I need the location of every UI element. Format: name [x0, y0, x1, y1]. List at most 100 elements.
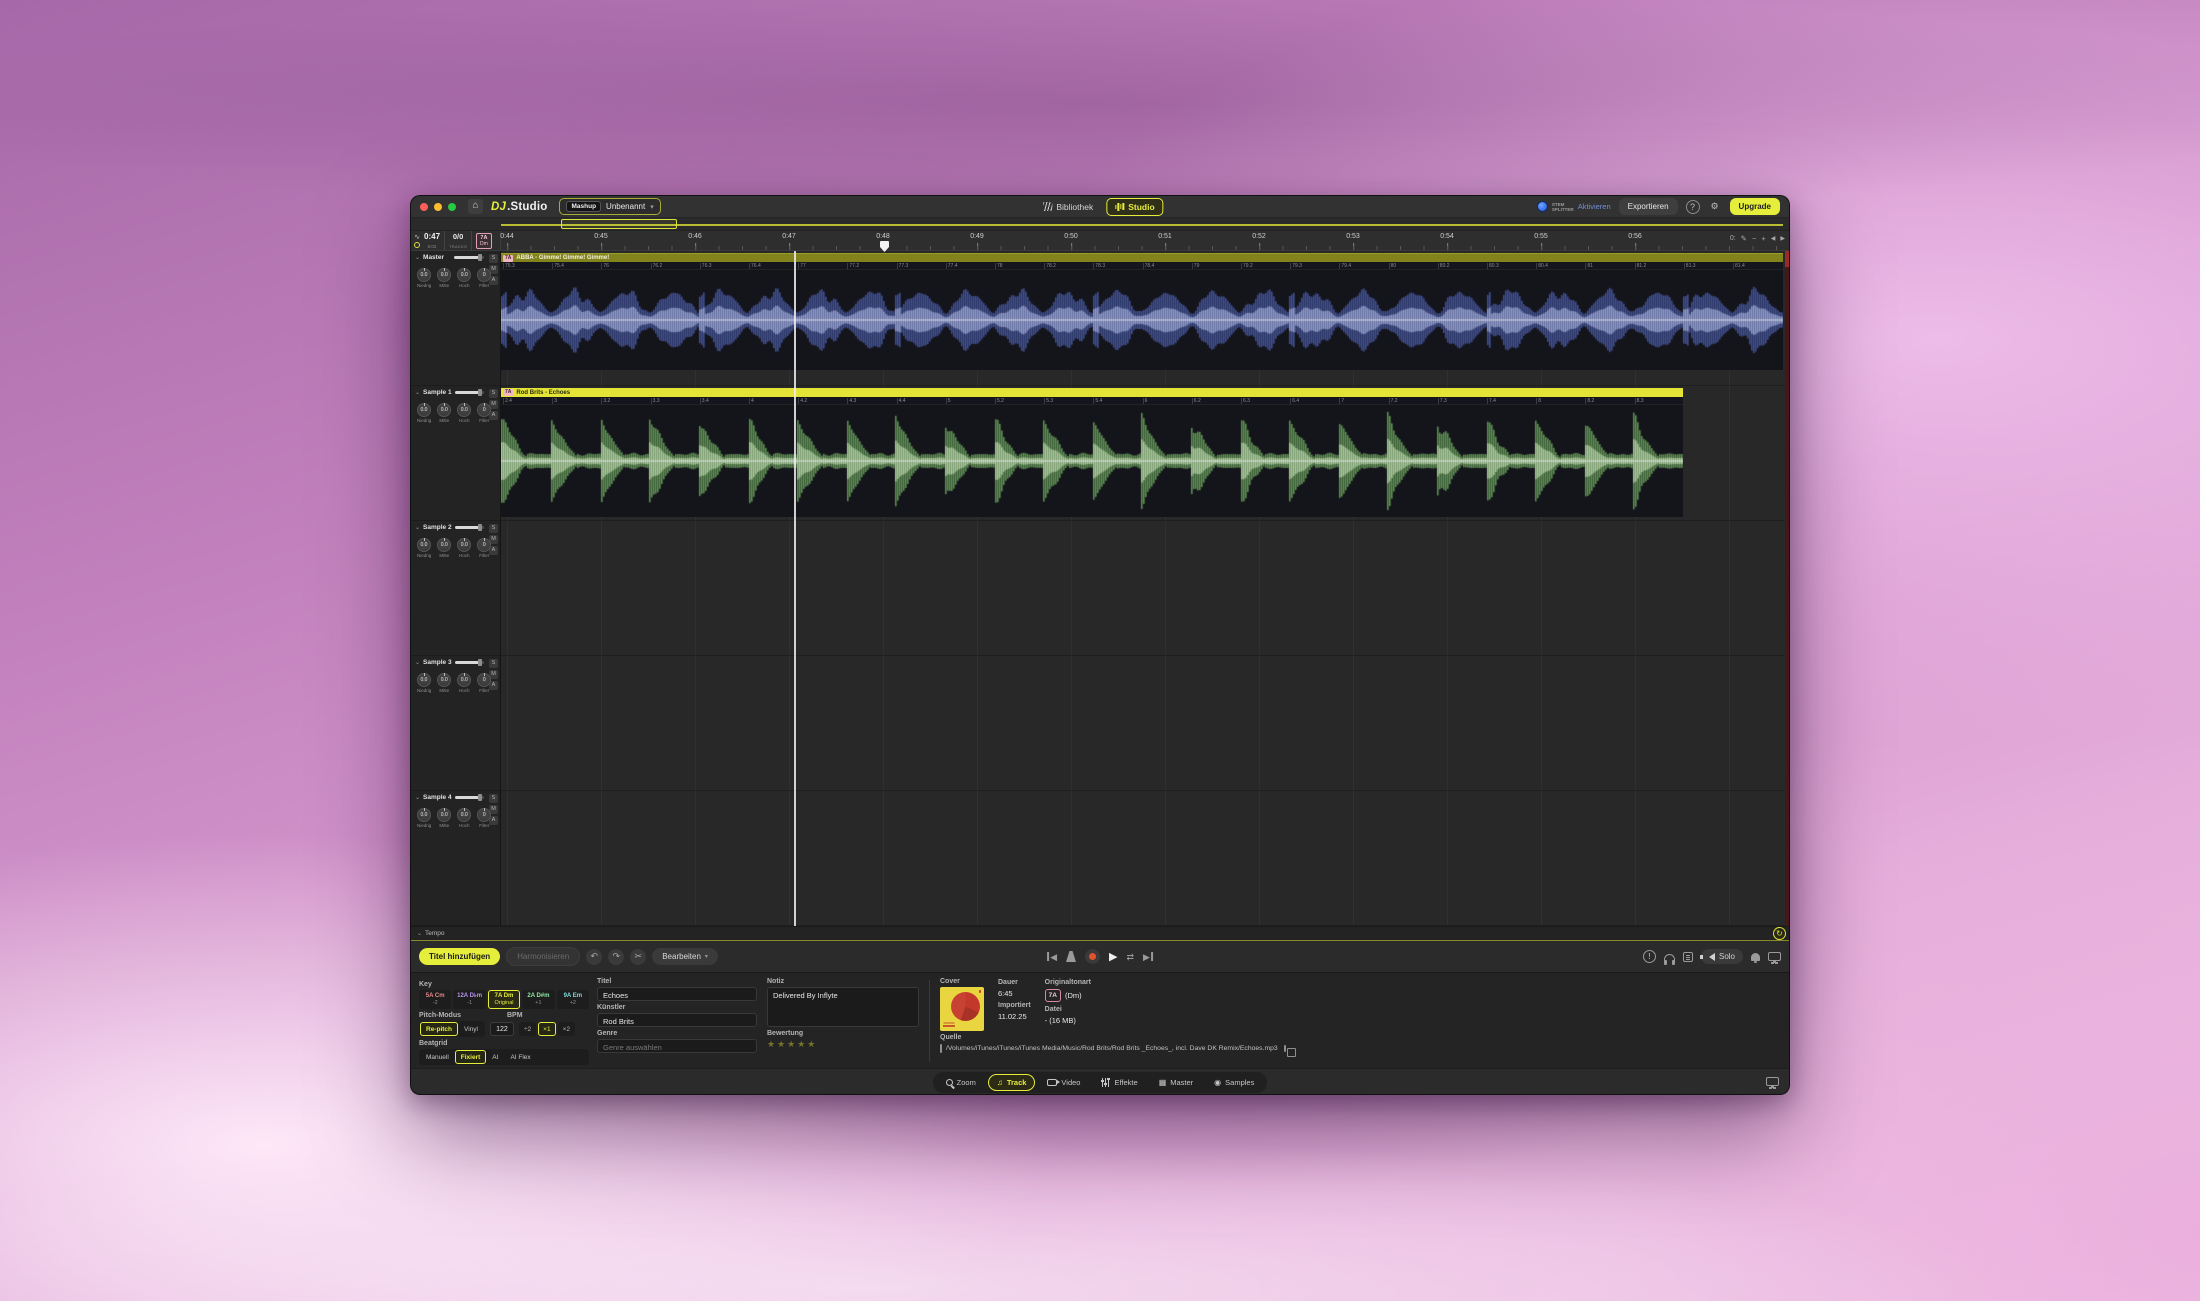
knob-dial[interactable]: 0.0	[437, 808, 451, 822]
knob-dial[interactable]: 0.0	[457, 403, 471, 417]
knob-mitte[interactable]: 0.0Mitte	[437, 403, 451, 423]
beatgrid-mode-fixiert[interactable]: Fixiert	[455, 1050, 487, 1064]
minimize-window-button[interactable]	[434, 203, 442, 211]
play-button[interactable]: ▶	[1109, 949, 1117, 965]
waveform-canvas[interactable]	[501, 405, 1683, 517]
redo-icon[interactable]: ↷	[608, 949, 624, 965]
rating-stars[interactable]: ★★★★★	[767, 1039, 919, 1050]
bpm-mult--1[interactable]: ×1	[538, 1022, 555, 1036]
solo-button[interactable]: Solo	[1701, 949, 1743, 964]
key-option-2a[interactable]: 2A D#m+1	[522, 990, 554, 1009]
knob-filter[interactable]: 0Filter	[477, 808, 491, 828]
chevron-icon[interactable]: ⌄	[415, 389, 420, 396]
zoom-out-icon[interactable]: −	[1752, 234, 1756, 243]
knob-hoch[interactable]: 0.0Hoch	[457, 403, 471, 423]
solo-button[interactable]: S	[489, 524, 498, 533]
help-icon[interactable]: ?	[1686, 200, 1700, 214]
volume-slider[interactable]	[455, 391, 484, 394]
overview-viewport-box[interactable]	[561, 219, 677, 229]
volume-slider[interactable]	[455, 526, 484, 529]
key-option-7a[interactable]: 7A DmOriginal	[488, 990, 520, 1009]
knob-dial[interactable]: 0.0	[457, 268, 471, 282]
solo-button[interactable]: S	[489, 389, 498, 398]
knob-mitte[interactable]: 0.0Mitte	[437, 268, 451, 288]
knob-filter[interactable]: 0Filter	[477, 403, 491, 423]
metronome-icon[interactable]	[1066, 951, 1076, 962]
knob-filter[interactable]: 0Filter	[477, 268, 491, 288]
track-area[interactable]: 7AABBA - Gimme! Gimme! Gimme!75.375.4767…	[501, 251, 1789, 926]
knob-dial[interactable]: 0.0	[437, 268, 451, 282]
ruler-timescale[interactable]: 0:440:450:460:470:480:490:500:510:520:53…	[501, 231, 1789, 250]
bpm-mult--2[interactable]: ×2	[558, 1022, 575, 1036]
knob-dial[interactable]: 0.0	[437, 538, 451, 552]
volume-slider[interactable]	[454, 256, 484, 259]
undo-icon[interactable]: ↶	[586, 949, 602, 965]
beatgrid-mode-ai[interactable]: AI	[486, 1050, 504, 1064]
display-icon[interactable]	[1768, 952, 1781, 961]
scissors-icon[interactable]: ✂	[630, 949, 646, 965]
tab-effekte[interactable]: Effekte	[1092, 1074, 1146, 1091]
knob-niedrig[interactable]: 0.0Niedrig	[417, 673, 431, 693]
knob-mitte[interactable]: 0.0Mitte	[437, 808, 451, 828]
track-lane-sample-1[interactable]: 7ARod Brits - Echoes2.433.23.33.444.24.3…	[501, 386, 1789, 521]
pitch-mode-re-pitch[interactable]: Re-pitch	[420, 1022, 458, 1036]
knob-mitte[interactable]: 0.0Mitte	[437, 538, 451, 558]
knob-niedrig[interactable]: 0.0Niedrig	[417, 538, 431, 558]
audio-clip[interactable]: 7ARod Brits - Echoes2.433.23.33.444.24.3…	[501, 388, 1683, 517]
layers-icon[interactable]	[1683, 952, 1693, 962]
vertical-scrollbar[interactable]	[1785, 251, 1789, 926]
tab-video[interactable]: Video	[1038, 1074, 1089, 1091]
playhead-line[interactable]	[794, 251, 796, 926]
bpm-input[interactable]: 122	[490, 1022, 514, 1036]
project-selector[interactable]: Mashup Unbenannt ▾	[559, 198, 660, 215]
volume-slider[interactable]	[455, 796, 484, 799]
record-button[interactable]	[1085, 949, 1100, 964]
copy-icon[interactable]	[1284, 1045, 1286, 1052]
zoom-in-icon[interactable]: +	[1761, 234, 1765, 243]
studio-button[interactable]: Studio	[1106, 198, 1163, 216]
artist-input[interactable]: Rod Brits	[597, 1013, 757, 1027]
knob-filter[interactable]: 0Filter	[477, 673, 491, 693]
gear-icon[interactable]: ⚙	[1708, 200, 1722, 214]
skip-start-icon[interactable]: ◀	[1771, 235, 1776, 242]
tab-samples[interactable]: ◉Samples	[1205, 1074, 1263, 1091]
key-option-9a[interactable]: 9A Em+2	[557, 990, 589, 1009]
knob-hoch[interactable]: 0.0Hoch	[457, 538, 471, 558]
knob-dial[interactable]: 0.0	[417, 808, 431, 822]
loop-marker-icon[interactable]	[414, 242, 420, 248]
genre-select[interactable]: Genre auswählen	[597, 1039, 757, 1053]
bell-icon[interactable]	[1751, 953, 1760, 961]
clip-title-bar[interactable]: 7ARod Brits - Echoes	[501, 388, 1683, 397]
export-button[interactable]: Exportieren	[1619, 198, 1678, 215]
cover-art[interactable]	[940, 987, 984, 1031]
tab-track[interactable]: ♫Track	[988, 1074, 1036, 1091]
knob-niedrig[interactable]: 0.0Niedrig	[417, 403, 431, 423]
chevron-icon[interactable]: ⌄	[415, 524, 420, 531]
knob-mitte[interactable]: 0.0Mitte	[437, 673, 451, 693]
zoom-window-button[interactable]	[448, 203, 456, 211]
display-corner-icon[interactable]	[1766, 1077, 1779, 1086]
notes-textarea[interactable]: Delivered By Inflyte	[767, 987, 919, 1027]
knob-niedrig[interactable]: 0.0Niedrig	[417, 268, 431, 288]
chevron-icon[interactable]: ⌄	[415, 659, 420, 666]
solo-button[interactable]: S	[489, 794, 498, 803]
volume-slider[interactable]	[455, 661, 484, 664]
knob-dial[interactable]: 0.0	[417, 538, 431, 552]
knob-dial[interactable]: 0.0	[417, 268, 431, 282]
audio-clip[interactable]: 7AABBA - Gimme! Gimme! Gimme!75.375.4767…	[501, 253, 1783, 370]
knob-dial[interactable]: 0.0	[417, 673, 431, 687]
knob-dial[interactable]: 0.0	[437, 673, 451, 687]
knob-dial[interactable]: 0.0	[457, 538, 471, 552]
knob-hoch[interactable]: 0.0Hoch	[457, 268, 471, 288]
knob-dial[interactable]: 0.0	[437, 403, 451, 417]
edit-pencil-icon[interactable]: ✎	[1741, 234, 1747, 243]
tab-zoom[interactable]: Zoom	[937, 1074, 985, 1091]
knob-dial[interactable]: 0.0	[457, 808, 471, 822]
knob-dial[interactable]: 0.0	[417, 403, 431, 417]
knob-filter[interactable]: 0Filter	[477, 538, 491, 558]
waveform-mode-icon[interactable]: ∿	[414, 234, 420, 241]
knob-hoch[interactable]: 0.0Hoch	[457, 673, 471, 693]
loop-button[interactable]: ⇄	[1126, 949, 1134, 965]
close-window-button[interactable]	[420, 203, 428, 211]
track-lane-sample-3[interactable]	[501, 656, 1789, 791]
